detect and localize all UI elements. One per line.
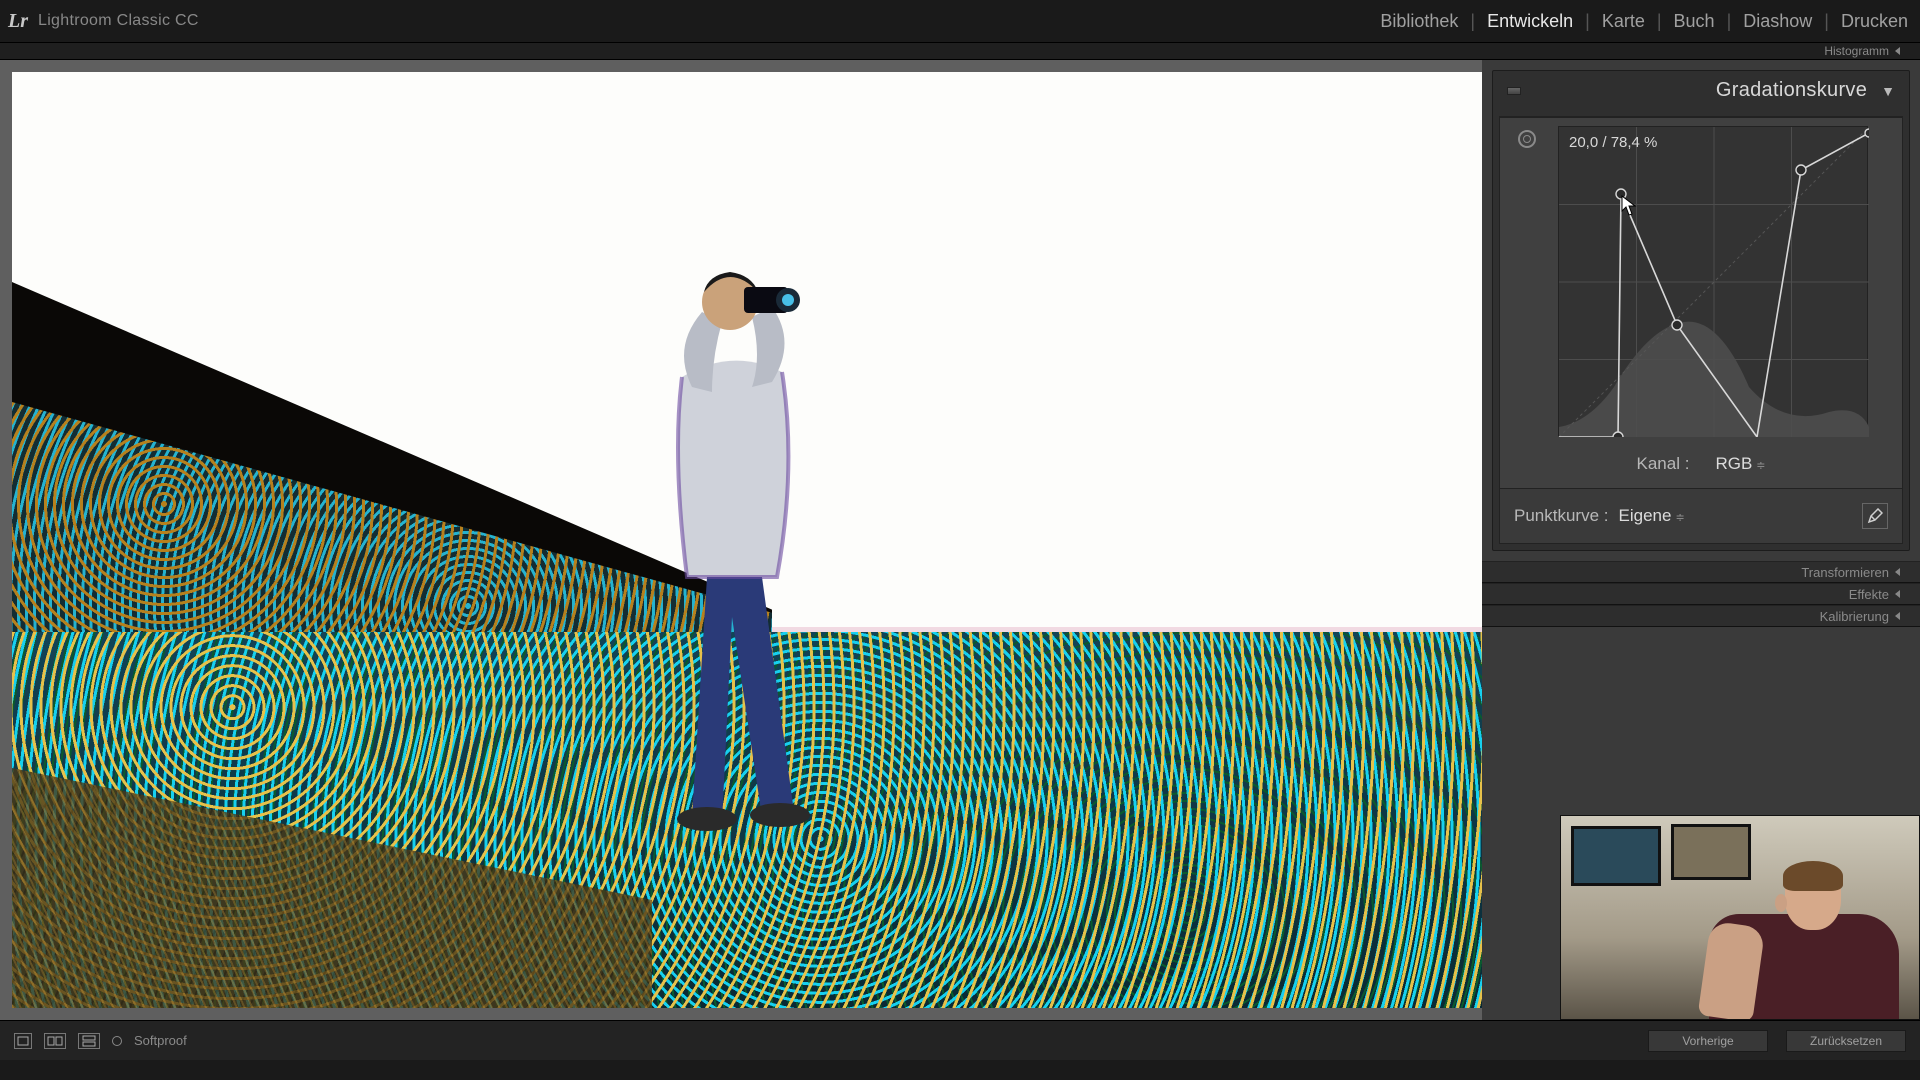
channel-dropdown[interactable]: RGB≑ xyxy=(1715,454,1765,474)
panel-enable-switch[interactable] xyxy=(1507,87,1521,95)
panel-transform-collapsed[interactable]: Transformieren xyxy=(1482,561,1920,583)
point-curve-row: Punktkurve : Eigene≑ xyxy=(1500,488,1902,543)
toolbar-bottom: Softproof Vorherige Zurücksetzen xyxy=(0,1020,1920,1060)
right-panel-stack: Gradationskurve ▼ 20,0 / 78,4 % xyxy=(1482,60,1920,1020)
point-curve-dropdown[interactable]: Eigene≑ xyxy=(1619,506,1685,526)
nav-bibliothek[interactable]: Bibliothek xyxy=(1376,9,1462,34)
webcam-overlay xyxy=(1560,815,1920,1020)
nav-diashow[interactable]: Diashow xyxy=(1739,9,1816,34)
module-picker: Bibliothek | Entwickeln | Karte | Buch |… xyxy=(1376,9,1912,34)
chevron-left-icon xyxy=(1895,612,1900,620)
reset-button[interactable]: Zurücksetzen xyxy=(1786,1030,1906,1052)
panel-tone-curve-header[interactable]: Gradationskurve ▼ xyxy=(1493,71,1909,110)
nav-karte[interactable]: Karte xyxy=(1598,9,1649,34)
panel-tone-curve: Gradationskurve ▼ 20,0 / 78,4 % xyxy=(1492,70,1910,551)
before-after-vert-icon[interactable] xyxy=(78,1033,100,1049)
softproof-toggle[interactable] xyxy=(112,1036,122,1046)
tone-curve-graph[interactable]: 20,0 / 78,4 % xyxy=(1558,126,1868,436)
histogram-label: Histogramm xyxy=(1824,44,1889,58)
channel-label: Kanal : xyxy=(1637,454,1690,474)
main-area: Gradationskurve ▼ 20,0 / 78,4 % xyxy=(0,60,1920,1020)
channel-row: Kanal : RGB≑ xyxy=(1518,454,1884,474)
edit-point-curve-button[interactable] xyxy=(1862,503,1888,529)
app-identity: Lr Lightroom Classic CC xyxy=(8,10,199,33)
previous-button[interactable]: Vorherige xyxy=(1648,1030,1768,1052)
title-bar: Lr Lightroom Classic CC Bibliothek | Ent… xyxy=(0,0,1920,42)
chevron-down-icon[interactable]: ▼ xyxy=(1881,83,1895,99)
canvas-wrap xyxy=(0,60,1482,1020)
app-logo: Lr xyxy=(8,10,28,33)
image-canvas[interactable] xyxy=(12,72,1482,1008)
photo-preview[interactable] xyxy=(12,72,1482,1008)
panel-tone-curve-title: Gradationskurve xyxy=(1716,79,1867,102)
chevron-left-icon xyxy=(1895,568,1900,576)
nav-drucken[interactable]: Drucken xyxy=(1837,9,1912,34)
nav-buch[interactable]: Buch xyxy=(1670,9,1719,34)
target-adjust-tool[interactable] xyxy=(1518,130,1536,148)
softproof-label: Softproof xyxy=(134,1033,187,1048)
before-after-horiz-icon[interactable] xyxy=(44,1033,66,1049)
chevron-left-icon xyxy=(1895,590,1900,598)
loupe-view-icon[interactable] xyxy=(14,1033,32,1049)
panel-histogram-collapsed[interactable]: Histogramm xyxy=(0,42,1920,60)
curve-readout: 20,0 / 78,4 % xyxy=(1565,133,1661,152)
panel-calibration-collapsed[interactable]: Kalibrierung xyxy=(1482,605,1920,627)
nav-entwickeln[interactable]: Entwickeln xyxy=(1483,9,1577,34)
chevron-left-icon xyxy=(1895,47,1900,55)
subject-photographer xyxy=(612,257,852,837)
app-title: Lightroom Classic CC xyxy=(38,12,199,30)
point-curve-label: Punktkurve : xyxy=(1514,506,1609,526)
panel-effects-collapsed[interactable]: Effekte xyxy=(1482,583,1920,605)
